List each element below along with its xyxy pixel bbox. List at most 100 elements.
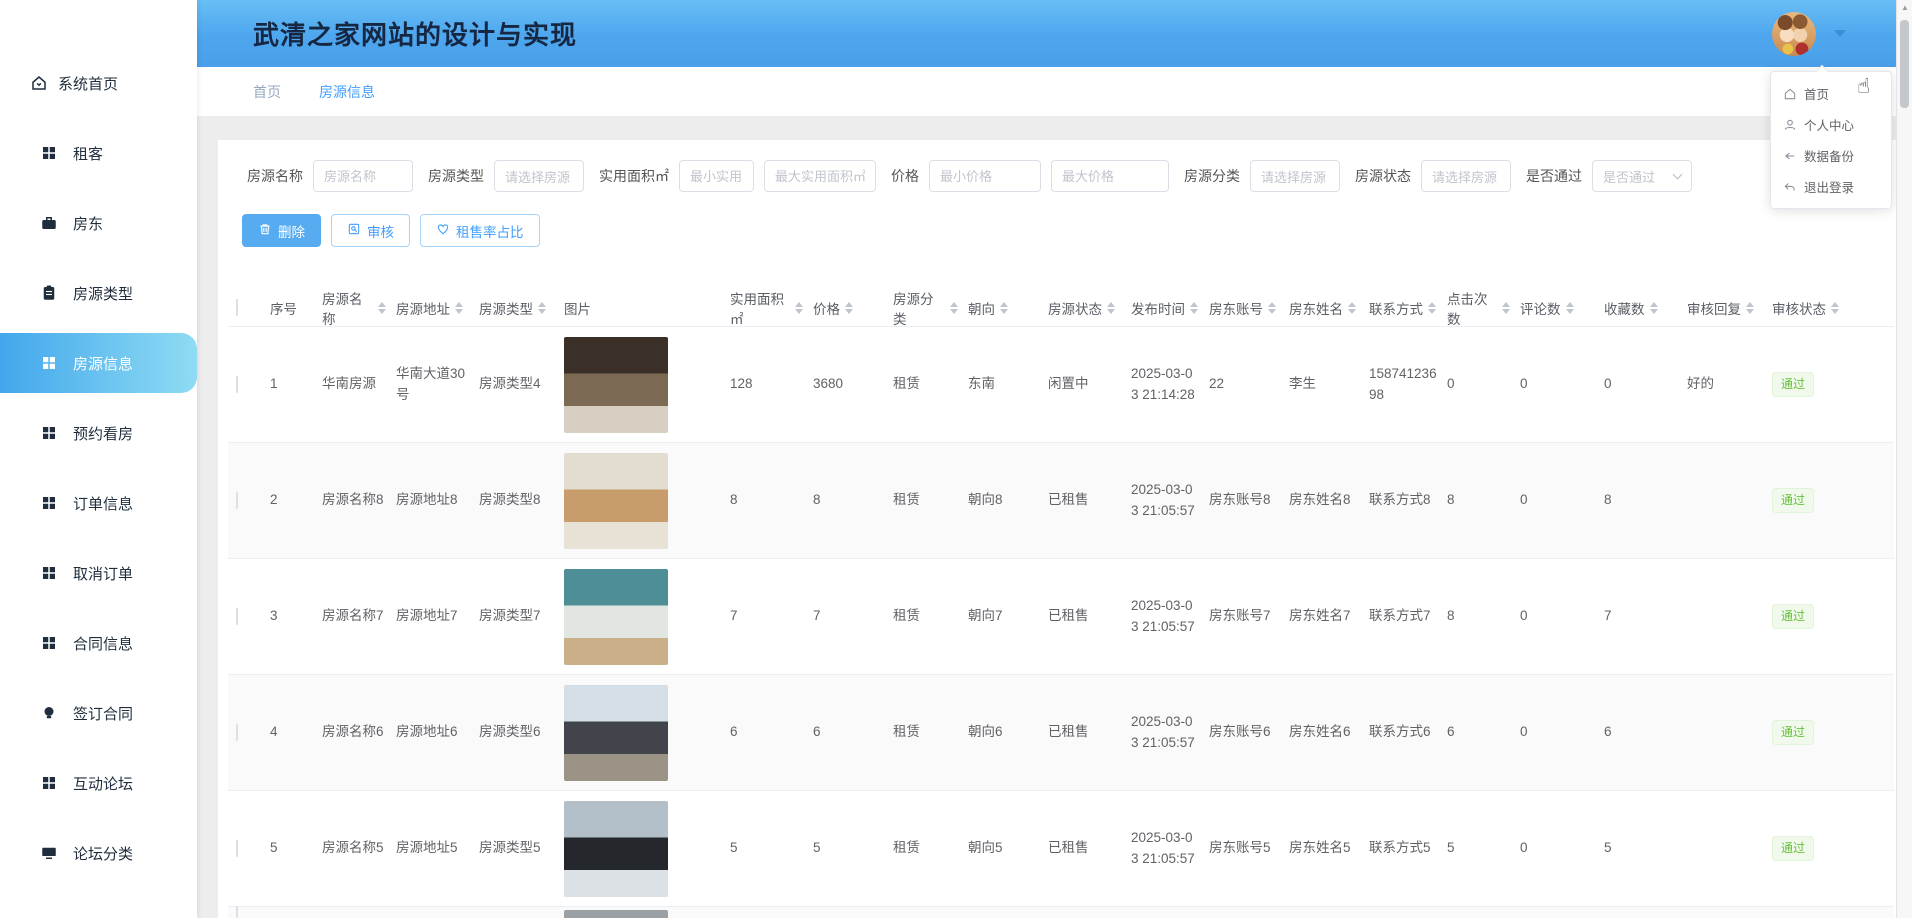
vertical-scrollbar[interactable]: ▲ — [1896, 0, 1912, 918]
filter-type-select[interactable]: 请选择房源 — [494, 160, 584, 192]
column-header-14[interactable]: 联系方式 — [1367, 298, 1445, 318]
row-checkbox[interactable] — [236, 906, 238, 918]
card: 房源名称 房源类型 请选择房源 实用面积㎡ 价格 房源分类 请选择房源 — [218, 140, 1904, 918]
row-checkbox[interactable] — [236, 492, 238, 509]
column-header-3[interactable]: 房源地址 — [394, 298, 477, 318]
sidebar-items: 系统首页租客房东房源类型房源信息预约看房订单信息取消订单合同信息签订合同互动论坛… — [0, 48, 197, 888]
listing-photo[interactable] — [564, 453, 668, 549]
column-header-13[interactable]: 房东姓名 — [1287, 298, 1367, 318]
cell-name: 华南房源 — [320, 374, 394, 395]
sidebar-item-6[interactable]: 预约看房 — [0, 398, 197, 468]
clipboard-icon — [40, 284, 58, 302]
filter-pass-select[interactable]: 是否通过 — [1592, 160, 1692, 192]
select-all-checkbox[interactable] — [236, 299, 238, 316]
user-menu-item-label: 个人中心 — [1804, 115, 1854, 134]
sort-carets-icon[interactable] — [795, 302, 803, 314]
sidebar-item-5[interactable]: 房源信息 — [0, 333, 197, 393]
listing-photo[interactable] — [564, 685, 668, 781]
breadcrumb-home[interactable]: 首页 — [253, 82, 281, 102]
row-checkbox[interactable] — [236, 840, 238, 857]
sort-carets-icon[interactable] — [1502, 302, 1510, 314]
sidebar-item-9[interactable]: 合同信息 — [0, 608, 197, 678]
column-header-12[interactable]: 房东账号 — [1207, 298, 1287, 318]
row-checkbox[interactable] — [236, 608, 238, 625]
briefcase-icon — [40, 214, 58, 232]
cell-account: 房东账号7 — [1207, 606, 1287, 627]
sort-carets-icon[interactable] — [1746, 302, 1754, 314]
sidebar-item-7[interactable]: 订单信息 — [0, 468, 197, 538]
ratio-button[interactable]: 租售率占比 — [420, 214, 540, 247]
column-header-2[interactable]: 房源名称 — [320, 288, 394, 328]
sidebar-item-4[interactable]: 房源类型 — [0, 258, 197, 328]
column-header-19[interactable]: 审核状态 — [1770, 298, 1862, 318]
heart-icon — [436, 222, 450, 239]
sort-carets-icon[interactable] — [538, 302, 546, 314]
sidebar-item-10[interactable]: 签订合同 — [0, 678, 197, 748]
column-header-11[interactable]: 发布时间 — [1129, 298, 1207, 318]
sort-carets-icon[interactable] — [1566, 302, 1574, 314]
cell-comments: 0 — [1518, 606, 1602, 627]
column-header-10[interactable]: 房源状态 — [1046, 298, 1129, 318]
user-menu-item-1[interactable]: 首页 — [1771, 78, 1891, 109]
column-header-7[interactable]: 价格 — [811, 298, 891, 318]
sort-carets-icon[interactable] — [1107, 302, 1115, 314]
scrollbar-thumb[interactable] — [1900, 20, 1909, 108]
avatar[interactable] — [1772, 12, 1816, 56]
filter-name-input[interactable] — [313, 160, 413, 192]
sidebar-item-2[interactable]: 租客 — [0, 118, 197, 188]
listing-photo[interactable] — [564, 337, 668, 433]
user-menu-item-3[interactable]: 数据备份 — [1771, 140, 1891, 171]
column-header-17[interactable]: 收藏数 — [1602, 298, 1685, 318]
listing-photo[interactable] — [564, 910, 668, 918]
listing-photo[interactable] — [564, 801, 668, 897]
cell-price: 5 — [811, 838, 891, 859]
column-header-18[interactable]: 审核回复 — [1685, 298, 1770, 318]
column-header-label: 房源分类 — [893, 288, 945, 328]
listing-photo[interactable] — [564, 569, 668, 665]
sidebar-item-11[interactable]: 互动论坛 — [0, 748, 197, 818]
cell-category: 租赁 — [891, 722, 966, 743]
sidebar-item-12[interactable]: 论坛分类 — [0, 818, 197, 888]
cell-review-status: 通过 — [1770, 720, 1862, 745]
review-button[interactable]: 审核 — [331, 214, 410, 247]
sort-carets-icon[interactable] — [1650, 302, 1658, 314]
sort-carets-icon[interactable] — [1190, 302, 1198, 314]
column-header-16[interactable]: 评论数 — [1518, 298, 1602, 318]
sidebar-item-8[interactable]: 取消订单 — [0, 538, 197, 608]
column-header-15[interactable]: 点击次数 — [1445, 288, 1518, 328]
filter-price-max-input[interactable] — [1051, 160, 1169, 192]
cell-category: 租赁 — [891, 606, 966, 627]
chevron-down-icon[interactable] — [1834, 30, 1846, 37]
sidebar-item-label: 预约看房 — [73, 423, 133, 444]
sort-carets-icon[interactable] — [845, 302, 853, 314]
column-header-4[interactable]: 房源类型 — [477, 298, 562, 318]
row-checkbox[interactable] — [236, 724, 238, 741]
sort-carets-icon[interactable] — [1000, 302, 1008, 314]
sort-carets-icon[interactable] — [455, 302, 463, 314]
user-menu-item-2[interactable]: 个人中心 — [1771, 109, 1891, 140]
sort-carets-icon[interactable] — [1268, 302, 1276, 314]
sort-carets-icon[interactable] — [378, 302, 386, 314]
user-menu-item-4[interactable]: 退出登录 — [1771, 171, 1891, 202]
filter-category-select[interactable]: 请选择房源 — [1250, 160, 1340, 192]
topbar: 武清之家网站的设计与实现 — [197, 0, 1912, 67]
sort-carets-icon[interactable] — [1428, 302, 1436, 314]
filter-area-min-input[interactable] — [679, 160, 754, 192]
sidebar-item-1[interactable]: 系统首页 — [0, 48, 197, 118]
row-checkbox[interactable] — [236, 376, 238, 393]
status-badge: 通过 — [1772, 488, 1814, 513]
delete-button[interactable]: 删除 — [242, 214, 321, 247]
column-header-9[interactable]: 朝向 — [966, 298, 1046, 318]
sort-carets-icon[interactable] — [1831, 302, 1839, 314]
column-header-6[interactable]: 实用面积㎡ — [728, 288, 811, 328]
sidebar-item-3[interactable]: 房东 — [0, 188, 197, 258]
filter-area-max-input[interactable] — [764, 160, 876, 192]
column-header-8[interactable]: 房源分类 — [891, 288, 966, 328]
filter-status-select[interactable]: 请选择房源 — [1421, 160, 1511, 192]
scrollbar-up-arrow[interactable]: ▲ — [1901, 3, 1909, 12]
filter-price-min-input[interactable] — [929, 160, 1041, 192]
sort-carets-icon[interactable] — [950, 302, 958, 314]
sort-carets-icon[interactable] — [1348, 302, 1356, 314]
cell-price: 7 — [811, 606, 891, 627]
cell-type: 房源类型8 — [477, 490, 562, 511]
